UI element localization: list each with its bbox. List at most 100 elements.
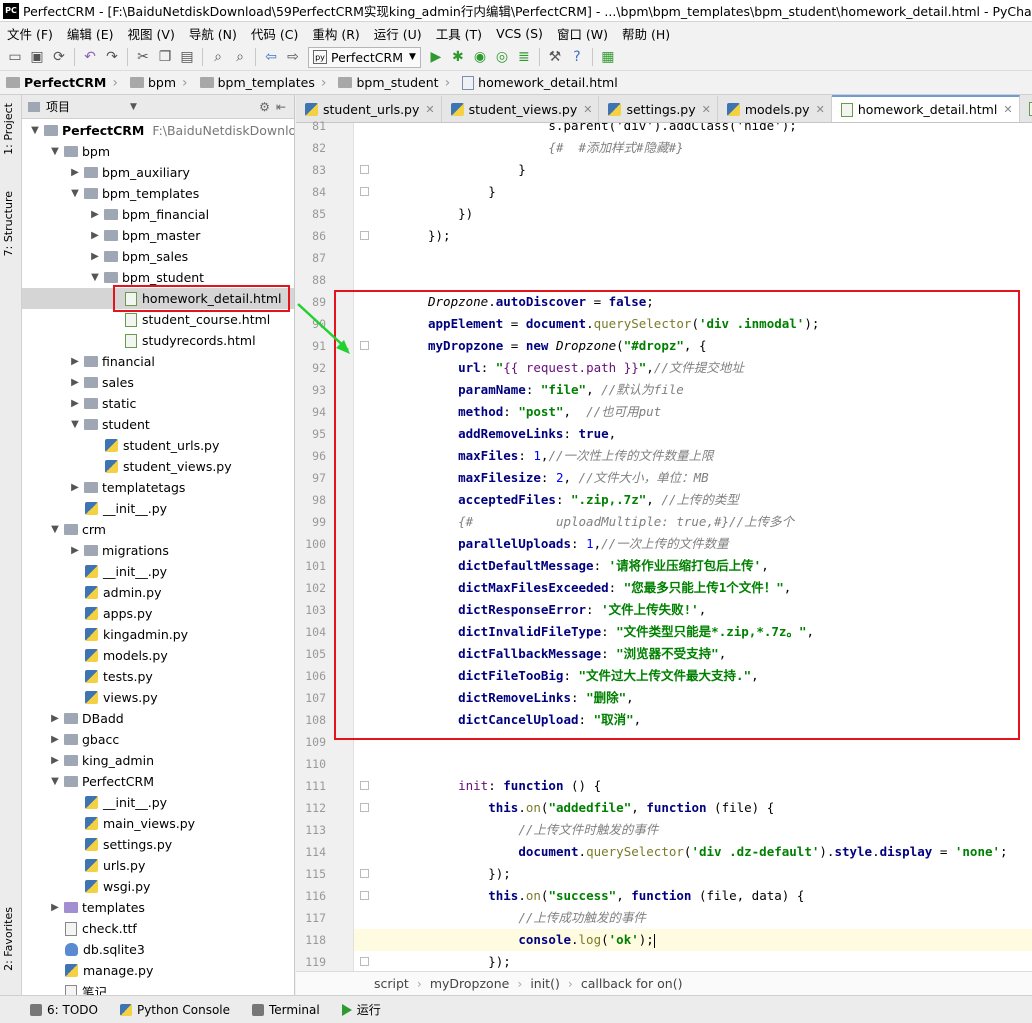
menu-item[interactable]: 窗口 (W) — [550, 24, 615, 43]
code-breadcrumb-item[interactable]: init() — [530, 976, 560, 991]
forward-icon[interactable]: ⇨ — [282, 46, 304, 68]
bottom-tool-button[interactable]: 6: TODO — [30, 1003, 98, 1017]
menu-item[interactable]: 文件 (F) — [0, 24, 60, 43]
run-icon[interactable]: ▶ — [425, 46, 447, 68]
tree-item[interactable]: ▶ bpm_sales — [22, 246, 294, 267]
chevron-down-icon[interactable]: ▼ — [28, 125, 42, 136]
editor-tab[interactable]: study — [1020, 96, 1032, 122]
project-view-label[interactable]: 项目 — [46, 98, 70, 115]
tree-item[interactable]: db.sqlite3 — [22, 939, 294, 960]
tree-item[interactable]: ▶ templates — [22, 897, 294, 918]
chevron-down-icon[interactable]: ▼ — [48, 776, 62, 787]
tree-item[interactable]: ▶ migrations — [22, 540, 294, 561]
concurrency-icon[interactable]: ≣ — [513, 46, 535, 68]
chevron-down-icon[interactable]: ▼ — [48, 146, 62, 157]
python-packages-icon[interactable]: ▦ — [597, 46, 619, 68]
editor-tab[interactable]: homework_detail.html ✕ — [831, 95, 1020, 122]
run-config-select[interactable]: py PerfectCRM ▼ — [308, 46, 421, 68]
tree-item[interactable]: student_views.py — [22, 456, 294, 477]
bottom-tool-button[interactable]: Terminal — [252, 1003, 320, 1017]
chevron-right-icon[interactable]: ▶ — [68, 482, 82, 493]
tree-item[interactable]: ▼ PerfectCRM F:\BaiduNetdiskDownload\ — [22, 120, 294, 141]
breadcrumb-item[interactable]: PerfectCRM › — [6, 75, 122, 91]
project-tool-tab[interactable]: 1: Project — [2, 103, 15, 155]
tree-item[interactable]: urls.py — [22, 855, 294, 876]
chevron-right-icon[interactable]: ▶ — [48, 734, 62, 745]
tree-item[interactable]: homework_detail.html — [22, 288, 294, 309]
tree-item[interactable]: kingadmin.py — [22, 624, 294, 645]
chevron-right-icon[interactable]: ▶ — [88, 209, 102, 220]
bottom-tool-button[interactable]: 运行 — [341, 1001, 381, 1018]
tree-item[interactable]: ▶ templatetags — [22, 477, 294, 498]
tree-item[interactable]: ▶ DBadd — [22, 708, 294, 729]
tree-item[interactable]: views.py — [22, 687, 294, 708]
tree-item[interactable]: ▶ gbacc — [22, 729, 294, 750]
tree-item[interactable]: ▶ financial — [22, 351, 294, 372]
tree-item[interactable]: ▶ king_admin — [22, 750, 294, 771]
close-icon[interactable]: ✕ — [1003, 103, 1012, 116]
chevron-down-icon[interactable]: ▼ — [68, 188, 82, 199]
menu-item[interactable]: 重构 (R) — [305, 24, 366, 43]
back-icon[interactable]: ⇦ — [260, 46, 282, 68]
chevron-right-icon[interactable]: ▶ — [68, 356, 82, 367]
breadcrumb-item[interactable]: bpm_templates › — [199, 75, 331, 91]
tree-item[interactable]: __init__.py — [22, 561, 294, 582]
close-icon[interactable]: ✕ — [425, 103, 434, 116]
code-breadcrumb-item[interactable]: callback for on() — [581, 976, 683, 991]
chevron-down-icon[interactable]: ▼ — [130, 102, 137, 112]
close-icon[interactable]: ✕ — [816, 103, 825, 116]
tree-item[interactable]: student_urls.py — [22, 435, 294, 456]
tree-item[interactable]: ▶ bpm_auxiliary — [22, 162, 294, 183]
tree-item[interactable]: check.ttf — [22, 918, 294, 939]
chevron-down-icon[interactable]: ▼ — [88, 272, 102, 283]
tree-item[interactable]: ▶ bpm_financial — [22, 204, 294, 225]
save-all-icon[interactable]: ▣ — [26, 46, 48, 68]
tree-item[interactable]: ▼ bpm_student — [22, 267, 294, 288]
editor-tab[interactable]: student_views.py ✕ — [442, 96, 600, 122]
gear-icon[interactable]: ⚙ — [259, 100, 270, 114]
tree-item[interactable]: wsgi.py — [22, 876, 294, 897]
tree-item[interactable]: ▼ student — [22, 414, 294, 435]
paste-icon[interactable]: ▤ — [176, 46, 198, 68]
menu-item[interactable]: 运行 (U) — [367, 24, 429, 43]
chevron-right-icon[interactable]: ▶ — [68, 398, 82, 409]
bottom-tool-button[interactable]: Python Console — [119, 1003, 230, 1017]
tree-item[interactable]: admin.py — [22, 582, 294, 603]
undo-icon[interactable]: ↶ — [79, 46, 101, 68]
tree-item[interactable]: ▼ bpm_templates — [22, 183, 294, 204]
breadcrumb-item[interactable]: bpm_student › — [338, 75, 454, 91]
favorites-tool-tab[interactable]: 2: Favorites — [2, 907, 15, 971]
tree-item[interactable]: __init__.py — [22, 792, 294, 813]
tree-item[interactable]: ▼ PerfectCRM — [22, 771, 294, 792]
editor-tab[interactable]: models.py ✕ — [718, 96, 832, 122]
tree-item[interactable]: student_course.html — [22, 309, 294, 330]
chevron-right-icon[interactable]: ▶ — [68, 377, 82, 388]
breadcrumb-item[interactable]: homework_detail.html — [462, 75, 622, 90]
tree-item[interactable]: ▶ static — [22, 393, 294, 414]
tree-item[interactable]: ▶ sales — [22, 372, 294, 393]
menu-item[interactable]: 代码 (C) — [244, 24, 305, 43]
sync-icon[interactable]: ⟳ — [48, 46, 70, 68]
tree-item[interactable]: manage.py — [22, 960, 294, 981]
chevron-right-icon[interactable]: ▶ — [48, 755, 62, 766]
chevron-right-icon[interactable]: ▶ — [48, 713, 62, 724]
close-icon[interactable]: ✕ — [583, 103, 592, 116]
tree-item[interactable]: settings.py — [22, 834, 294, 855]
profile-icon[interactable]: ◎ — [491, 46, 513, 68]
menu-item[interactable]: 视图 (V) — [121, 24, 182, 43]
code-area[interactable]: s.parent('div').addClass('hide'); {# #添加… — [354, 123, 1032, 971]
tree-item[interactable]: ▼ crm — [22, 519, 294, 540]
chevron-right-icon[interactable]: ▶ — [48, 902, 62, 913]
hide-panel-icon[interactable]: ⇤ — [276, 100, 286, 114]
chevron-right-icon[interactable]: ▶ — [88, 251, 102, 262]
tree-item[interactable]: 笔记 — [22, 981, 294, 995]
menu-item[interactable]: VCS (S) — [489, 26, 550, 41]
tree-item[interactable]: apps.py — [22, 603, 294, 624]
tree-item[interactable]: __init__.py — [22, 498, 294, 519]
editor-tab[interactable]: settings.py ✕ — [599, 96, 718, 122]
tree-item[interactable]: main_views.py — [22, 813, 294, 834]
structure-tool-tab[interactable]: 7: Structure — [2, 191, 15, 256]
breadcrumb-item[interactable]: bpm › — [129, 75, 192, 91]
debug-icon[interactable]: ✱ — [447, 46, 469, 68]
coverage-icon[interactable]: ◉ — [469, 46, 491, 68]
